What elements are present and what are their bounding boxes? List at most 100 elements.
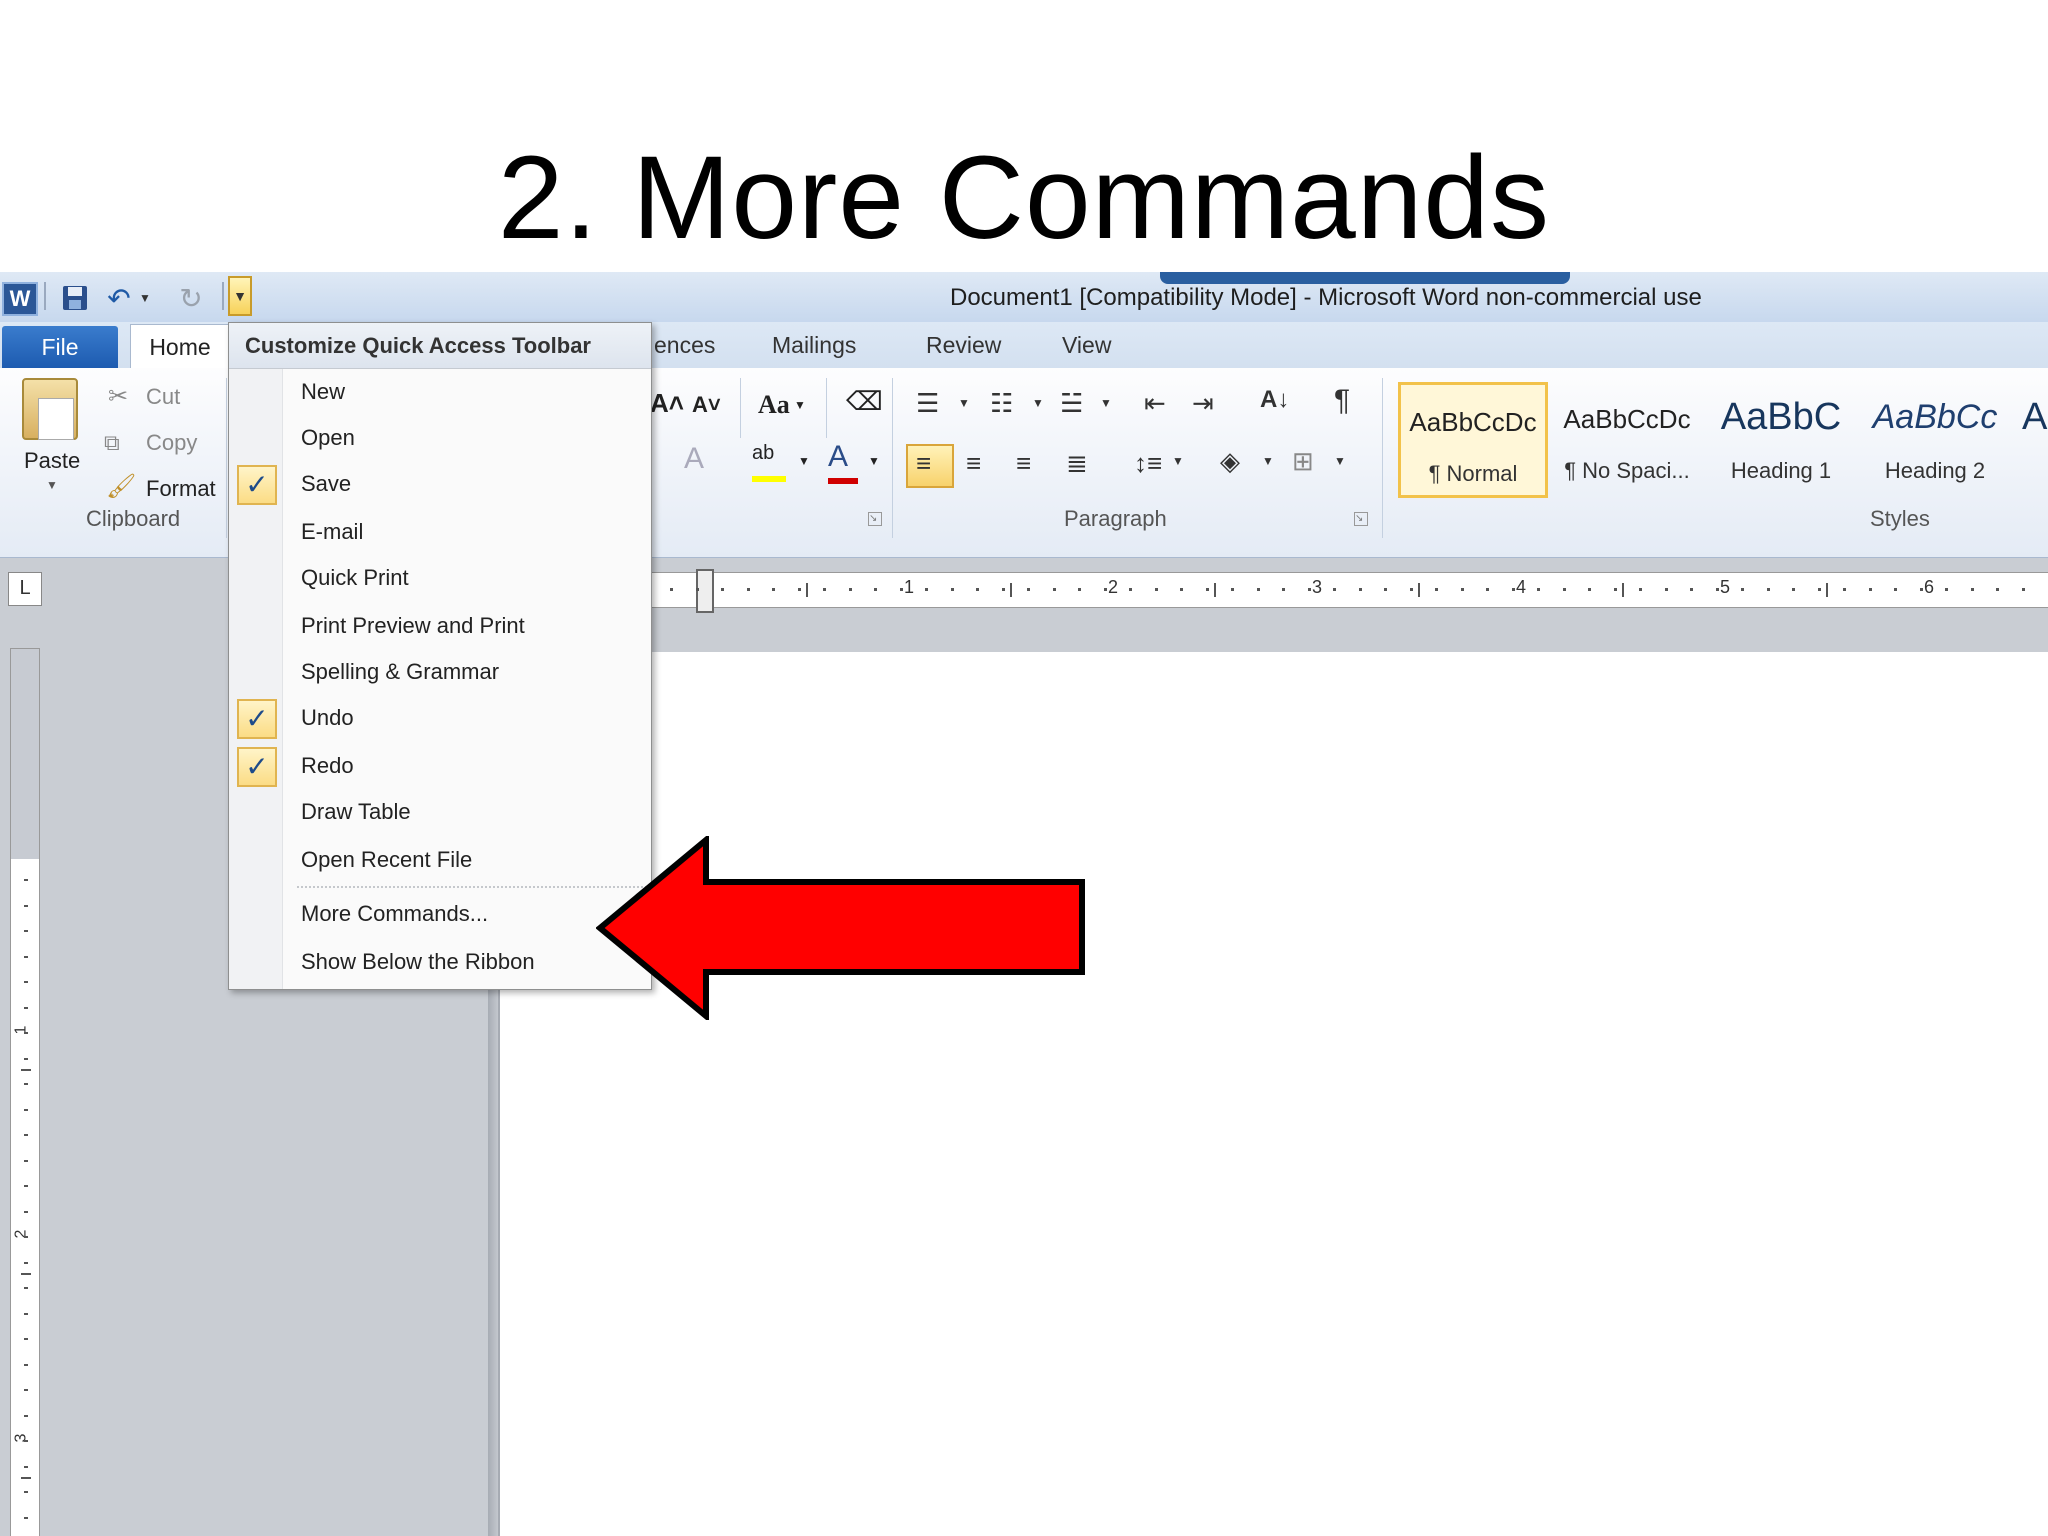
- tab-file[interactable]: File: [2, 326, 118, 368]
- ruler-tick: [806, 583, 808, 597]
- shading-dropdown-icon[interactable]: ▼: [1262, 454, 1274, 468]
- borders-dropdown-icon[interactable]: ▼: [1334, 454, 1346, 468]
- highlight-icon[interactable]: ab: [752, 442, 786, 482]
- cut-icon: ✂: [108, 383, 129, 410]
- tab-review[interactable]: Review: [926, 332, 1001, 359]
- shading-icon[interactable]: ◈: [1220, 446, 1240, 477]
- horizontal-ruler[interactable]: 1 2 3 4 5 6: [650, 569, 2048, 613]
- copy-button[interactable]: Copy: [146, 430, 197, 456]
- ruler-dot: [1920, 588, 1923, 591]
- menu-item-more-commands[interactable]: More Commands...: [229, 893, 651, 937]
- paragraph-dialog-launcher-icon[interactable]: ↘: [1354, 512, 1368, 526]
- align-center-icon[interactable]: ≡: [966, 448, 981, 479]
- tab-references[interactable]: ences: [654, 332, 715, 359]
- ruler-dot: [24, 956, 28, 958]
- clear-formatting-icon[interactable]: ⌫: [846, 386, 883, 417]
- change-case-dropdown-icon[interactable]: ▼: [794, 398, 806, 412]
- ruler-dot: [24, 1083, 28, 1085]
- undo-dropdown-icon[interactable]: ▼: [136, 282, 154, 314]
- align-right-icon[interactable]: ≡: [1016, 448, 1031, 479]
- numbering-dropdown-icon[interactable]: ▼: [1032, 396, 1044, 410]
- menu-item-spelling[interactable]: Spelling & Grammar: [229, 651, 651, 695]
- paste-icon[interactable]: [22, 378, 78, 440]
- ruler-dot: [1716, 588, 1719, 591]
- menu-item-email[interactable]: E-mail: [229, 511, 651, 555]
- font-dialog-launcher-icon[interactable]: ↘: [868, 512, 882, 526]
- highlight-dropdown-icon[interactable]: ▼: [798, 454, 810, 468]
- ruler-dot: [24, 1287, 28, 1289]
- bullets-icon[interactable]: ☰: [916, 388, 939, 419]
- bullets-dropdown-icon[interactable]: ▼: [958, 396, 970, 410]
- change-case-button[interactable]: Aa: [758, 390, 790, 420]
- tab-home[interactable]: Home: [130, 324, 230, 370]
- ruler-dot: [1002, 588, 1005, 591]
- group-separator: [826, 378, 827, 438]
- grow-font-icon[interactable]: A˄: [650, 388, 684, 419]
- undo-icon[interactable]: ↶: [104, 282, 134, 314]
- document-page[interactable]: [498, 652, 2048, 1536]
- text-effects-icon[interactable]: A: [684, 442, 704, 476]
- menu-item-draw-table[interactable]: Draw Table: [229, 791, 651, 835]
- menu-header: Customize Quick Access Toolbar: [229, 323, 651, 369]
- tab-selector-icon[interactable]: L: [8, 572, 42, 606]
- align-left-icon[interactable]: ≡: [916, 448, 931, 479]
- ruler-dot: [925, 588, 928, 591]
- ruler-dot: [951, 588, 954, 591]
- cut-button[interactable]: Cut: [146, 384, 180, 410]
- ruler-number: 2: [1108, 577, 1119, 597]
- font-color-dropdown-icon[interactable]: ▼: [868, 454, 880, 468]
- check-icon: ✓: [237, 465, 277, 505]
- justify-icon[interactable]: ≣: [1066, 448, 1088, 479]
- menu-item-quick-print[interactable]: Quick Print: [229, 557, 651, 601]
- menu-item-save[interactable]: ✓ Save: [229, 463, 651, 507]
- save-icon[interactable]: [58, 282, 92, 314]
- shrink-font-icon[interactable]: A˅: [692, 392, 721, 418]
- increase-indent-icon[interactable]: ⇥: [1192, 388, 1214, 419]
- line-spacing-dropdown-icon[interactable]: ▼: [1172, 454, 1184, 468]
- line-spacing-icon[interactable]: ↕≡: [1134, 448, 1162, 479]
- style-sample: AaBbC: [1720, 396, 1842, 438]
- title-accent: [1160, 272, 1570, 284]
- paste-button[interactable]: Paste: [24, 448, 80, 474]
- ruler-tick: [1826, 583, 1828, 597]
- menu-item-open-recent[interactable]: Open Recent File: [229, 839, 651, 883]
- ruler-dot: [1231, 588, 1234, 591]
- multilevel-list-icon[interactable]: ☱: [1060, 388, 1083, 419]
- style-no-spacing[interactable]: AaBbCcDc ¶ No Spaci...: [1552, 382, 1702, 498]
- tab-mailings[interactable]: Mailings: [772, 332, 856, 359]
- paste-dropdown-icon[interactable]: ▼: [46, 478, 58, 492]
- paragraph-group-label: Paragraph: [1064, 506, 1167, 531]
- menu-item-label: E-mail: [301, 519, 364, 544]
- style-sample: AaBbCc: [1872, 398, 1998, 436]
- menu-item-undo[interactable]: ✓ Undo: [229, 697, 651, 741]
- borders-icon[interactable]: ⊞: [1292, 446, 1314, 477]
- menu-item-new[interactable]: New: [229, 371, 651, 415]
- group-separator: [226, 378, 227, 538]
- style-sample: A: [2022, 396, 2048, 438]
- style-heading-1[interactable]: AaBbC Heading 1: [1706, 382, 1856, 498]
- redo-icon[interactable]: ↻: [176, 282, 206, 314]
- format-painter-button[interactable]: Format: [146, 476, 216, 502]
- ruler-dot: [1869, 588, 1872, 591]
- check-icon: ✓: [237, 699, 277, 739]
- font-color-icon[interactable]: A: [828, 440, 858, 484]
- clipboard-group-label: Clipboard: [86, 506, 181, 531]
- menu-item-redo[interactable]: ✓ Redo: [229, 745, 651, 789]
- menu-item-open[interactable]: Open: [229, 417, 651, 461]
- multilevel-dropdown-icon[interactable]: ▼: [1100, 396, 1112, 410]
- style-title-partial[interactable]: A: [2014, 382, 2048, 498]
- style-heading-2[interactable]: AaBbCc Heading 2: [1860, 382, 2010, 498]
- numbering-icon[interactable]: ☷: [990, 388, 1013, 419]
- customize-dropdown-icon[interactable]: ▼: [228, 276, 252, 316]
- tab-view[interactable]: View: [1062, 332, 1111, 359]
- style-normal[interactable]: AaBbCcDc ¶ Normal: [1398, 382, 1548, 498]
- menu-item-print-preview[interactable]: Print Preview and Print: [229, 605, 651, 649]
- sort-icon[interactable]: A↓: [1260, 386, 1289, 414]
- vertical-ruler[interactable]: 1 2 3: [10, 648, 40, 1536]
- ruler-dot: [24, 1007, 28, 1009]
- decrease-indent-icon[interactable]: ⇤: [1144, 388, 1166, 419]
- show-paragraph-marks-icon[interactable]: ¶: [1334, 384, 1350, 418]
- indent-marker-icon[interactable]: [696, 569, 714, 613]
- word-app-icon[interactable]: W: [2, 282, 38, 316]
- menu-item-show-below-ribbon[interactable]: Show Below the Ribbon: [229, 941, 651, 985]
